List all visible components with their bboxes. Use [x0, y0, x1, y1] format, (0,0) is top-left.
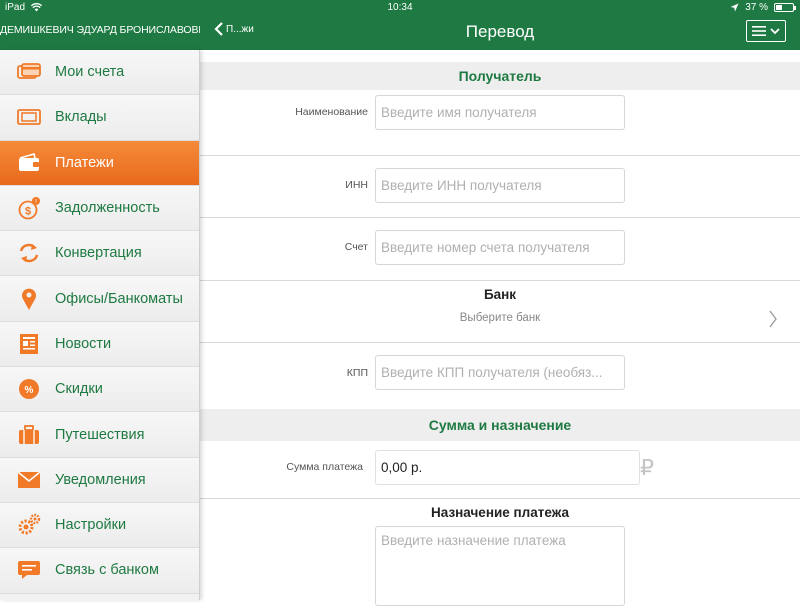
recipient-name-input[interactable]: Введите имя получателя: [375, 95, 625, 130]
account-row: Счет Введите номер счета получателя: [200, 218, 800, 281]
ruble-icon: ₽: [640, 455, 654, 480]
sidebar-item-notifications[interactable]: Уведомления: [0, 457, 199, 503]
svg-text:$: $: [25, 206, 31, 218]
sidebar-item-label: Скидки: [55, 381, 103, 398]
amount-section-header: Сумма и назначение: [200, 409, 800, 441]
bank-select-row[interactable]: Банк Выберите банк: [200, 281, 800, 343]
sidebar-item-deposits[interactable]: Вклады: [0, 95, 199, 141]
kpp-row: КПП Введите КПП получателя (необяз...: [200, 343, 800, 409]
top-bar: iPad 10:34 37 % ДЕМИШКЕВИЧ ЭДУАРД БРОНИС…: [0, 0, 800, 50]
sidebar-item-contact-bank[interactable]: Связь с банком: [0, 548, 199, 594]
envelope-icon: [17, 468, 41, 492]
page-title: Перевод: [465, 22, 535, 41]
recipient-section-header: Получатель: [200, 62, 800, 90]
discount-icon: %: [17, 377, 41, 401]
sidebar-item-payments[interactable]: Платежи: [0, 140, 199, 186]
sidebar-item-accounts[interactable]: Мои счета: [0, 50, 199, 96]
amount-row: Сумма платежа 0,00 р. ₽: [200, 441, 800, 499]
chevron-right-icon: [769, 310, 777, 328]
sidebar-item-conversion[interactable]: Конвертация: [0, 231, 199, 277]
sidebar-item-news[interactable]: Новости: [0, 321, 199, 368]
sidebar-item-label: Платежи: [55, 154, 114, 171]
sidebar-item-discounts[interactable]: % Скидки: [0, 367, 199, 413]
sidebar-item-travel[interactable]: Путешествия: [0, 412, 199, 458]
sidebar-item-settings[interactable]: Настройки: [0, 502, 199, 549]
sidebar-item-label: Настройки: [55, 517, 127, 534]
sidebar: Мои счета Вклады Платежи $! Задолженност…: [0, 50, 200, 600]
transfer-form: Получатель Наименование Введите имя полу…: [200, 50, 800, 606]
sidebar-item-label: Офисы/Банкоматы: [55, 290, 183, 307]
location-arrow-icon: [730, 3, 739, 12]
debt-coin-icon: $!: [17, 196, 41, 220]
wallet-icon: [17, 151, 41, 175]
account-label: Счет: [344, 241, 368, 253]
cards-icon: [17, 60, 41, 84]
status-bar: iPad 10:34 37 %: [0, 0, 800, 16]
status-time: 10:34: [387, 2, 413, 13]
sidebar-item-label: Уведомления: [55, 471, 146, 488]
battery-icon: [774, 3, 796, 12]
hamburger-icon: [752, 26, 766, 36]
amount-input[interactable]: 0,00 р.: [375, 450, 640, 485]
recipient-name-row: Наименование Введите имя получателя: [200, 90, 800, 156]
inn-label: ИНН: [345, 179, 368, 191]
sidebar-item-label: Путешествия: [55, 426, 145, 443]
gears-icon: [17, 513, 41, 537]
chat-icon: [17, 558, 41, 582]
user-name: ДЕМИШКЕВИЧ ЭДУАРД БРОНИСЛАВОВИЧ: [0, 24, 200, 36]
sidebar-item-label: Конвертация: [55, 245, 142, 262]
exchange-arrows-icon: [17, 241, 41, 265]
battery-percent: 37 %: [745, 2, 768, 13]
deposit-icon: [17, 105, 41, 129]
purpose-row: Назначение платежа Введите назначение пл…: [200, 499, 800, 606]
amount-label: Сумма платежа: [286, 461, 363, 473]
battery-level: [776, 5, 782, 10]
sidebar-item-label: Новости: [55, 335, 112, 352]
inn-row: ИНН Введите ИНН получателя: [200, 156, 800, 218]
map-pin-icon: [17, 287, 41, 311]
sidebar-item-label: Вклады: [55, 109, 107, 126]
account-input[interactable]: Введите номер счета получателя: [375, 230, 625, 265]
sidebar-item-label: Связь с банком: [55, 562, 159, 579]
svg-text:%: %: [25, 385, 34, 396]
recipient-name-label: Наименование: [295, 106, 368, 118]
chevron-down-icon: [770, 27, 780, 34]
sidebar-item-debt[interactable]: $! Задолженность: [0, 185, 199, 232]
bank-title: Банк: [483, 287, 517, 302]
sidebar-item-label: Задолженность: [55, 200, 160, 217]
status-right: 37 %: [730, 2, 796, 13]
menu-button[interactable]: [746, 20, 786, 42]
suitcase-icon: [17, 423, 41, 447]
bank-select-value: Выберите банк: [459, 312, 541, 324]
kpp-input[interactable]: Введите КПП получателя (необяз...: [375, 355, 625, 390]
sidebar-item-label: Мои счета: [55, 64, 125, 81]
newspaper-icon: [17, 332, 41, 356]
sidebar-item-offices[interactable]: Офисы/Банкоматы: [0, 276, 199, 322]
inn-input[interactable]: Введите ИНН получателя: [375, 168, 625, 203]
purpose-textarea[interactable]: Введите назначение платежа: [375, 526, 625, 606]
kpp-label: КПП: [346, 367, 368, 379]
purpose-title: Назначение платежа: [431, 505, 569, 520]
